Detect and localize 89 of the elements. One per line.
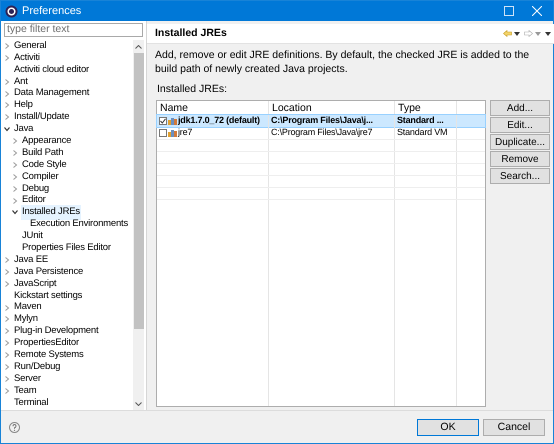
table-label: Installed JREs: xyxy=(157,82,228,97)
tree-item[interactable]: Appearance xyxy=(21,134,72,148)
chevron-right-icon[interactable] xyxy=(12,198,18,204)
tree-item[interactable]: Java EE xyxy=(13,252,49,268)
chevron-right-icon[interactable] xyxy=(4,340,10,346)
scrollbar[interactable] xyxy=(133,40,144,410)
action-button[interactable]: Search... xyxy=(490,168,550,184)
tree-item[interactable]: Execution Environments xyxy=(29,217,130,232)
maximize-button[interactable] xyxy=(504,6,514,16)
table-cell-text: Standard VM xyxy=(396,126,448,139)
scroll-up-icon[interactable] xyxy=(135,45,142,49)
chevron-right-icon[interactable] xyxy=(4,54,10,61)
table-cell-text: jdk1.7.0_72 (default) xyxy=(178,114,260,127)
tree-item[interactable]: Help xyxy=(13,98,34,113)
chevron-down-icon[interactable] xyxy=(12,209,18,216)
chevron-right-icon[interactable] xyxy=(4,316,10,322)
chevron-right-icon[interactable] xyxy=(12,162,18,168)
chevron-right-icon[interactable] xyxy=(4,388,10,394)
scroll-down-icon[interactable] xyxy=(135,402,142,406)
close-button[interactable] xyxy=(532,6,542,16)
view-menu-icon[interactable] xyxy=(545,32,551,36)
tree-item[interactable]: Properties Files Editor xyxy=(21,240,112,256)
action-button[interactable]: Edit... xyxy=(490,116,550,133)
dialog-button[interactable]: OK xyxy=(417,418,479,436)
help-icon[interactable] xyxy=(9,422,20,432)
app-icon xyxy=(5,4,18,18)
tree-item[interactable]: Install/Update xyxy=(13,110,70,124)
tree-item[interactable]: Mylyn xyxy=(13,312,39,327)
tree-item[interactable]: Editor xyxy=(21,193,47,208)
tree-item[interactable]: Compiler xyxy=(21,170,60,184)
action-button[interactable]: Duplicate... xyxy=(490,134,550,150)
scroll-thumb[interactable] xyxy=(134,53,144,329)
tree-item[interactable]: Ant xyxy=(13,74,29,89)
chevron-right-icon[interactable] xyxy=(4,280,10,287)
action-button[interactable]: Add... xyxy=(490,100,550,116)
tree-item[interactable]: JUnit xyxy=(21,229,44,244)
tree-item[interactable]: Team xyxy=(13,384,38,398)
table-row[interactable]: jdk1.7.0_72 (default) C:\Program Files\Java\j... Standard ... xyxy=(157,114,485,127)
chevron-right-icon[interactable] xyxy=(4,90,10,96)
tree-item[interactable]: Debug xyxy=(21,182,50,196)
chevron-right-icon[interactable] xyxy=(12,174,18,180)
tree-item[interactable]: Installed JREs xyxy=(21,205,81,220)
tree-item[interactable]: Kickstart settings xyxy=(13,288,84,303)
chevron-right-icon[interactable] xyxy=(4,328,10,334)
tree-item[interactable]: Activiti xyxy=(13,50,41,65)
tree-item[interactable]: Java xyxy=(13,122,34,136)
tree-item[interactable]: Build Path xyxy=(21,146,64,160)
page-title: Installed JREs xyxy=(155,26,227,41)
chevron-down-icon[interactable] xyxy=(4,126,10,132)
description-text: Add, remove or edit JRE definitions. By default, the checked JRE is added to the build path of newly created Java projects. xyxy=(154,48,530,76)
tree-item[interactable]: JavaScript xyxy=(13,276,58,291)
chevron-right-icon[interactable] xyxy=(4,78,10,85)
tree-item[interactable]: Code Style xyxy=(21,158,68,172)
chevron-right-icon[interactable] xyxy=(12,186,18,192)
window-title: Preferences xyxy=(22,4,82,19)
table-cell-text: Standard ... xyxy=(396,114,445,127)
tree-item[interactable]: Activiti cloud editor xyxy=(13,62,90,77)
forward-arrow-icon[interactable] xyxy=(524,30,533,37)
tree-item[interactable]: Terminal xyxy=(13,396,50,410)
chevron-right-icon[interactable] xyxy=(4,102,10,108)
tree-item[interactable]: Plug-in Development xyxy=(13,324,100,338)
table-row[interactable]: jre7 C:\Program Files\Java\jre7 Standard VM xyxy=(157,126,485,139)
chevron-right-icon[interactable] xyxy=(4,42,10,49)
chevron-right-icon[interactable] xyxy=(4,114,10,120)
table-cell-text: C:\Program Files\Java\j... xyxy=(270,114,374,127)
chevron-right-icon[interactable] xyxy=(4,256,10,263)
tree-item[interactable]: Server xyxy=(13,372,42,386)
checkbox[interactable] xyxy=(159,116,167,125)
dialog-button[interactable]: Cancel xyxy=(483,418,545,436)
action-button[interactable]: Remove xyxy=(490,150,550,167)
tree-item[interactable]: Java Persistence xyxy=(13,264,84,279)
chevron-right-icon[interactable] xyxy=(4,364,10,370)
tree-item[interactable]: Data Management xyxy=(13,86,90,101)
chevron-right-icon[interactable] xyxy=(4,304,10,311)
filter-field[interactable]: type filter text xyxy=(4,23,143,37)
chevron-right-icon[interactable] xyxy=(4,352,10,358)
tree-item[interactable]: Maven xyxy=(13,300,43,315)
tree-item[interactable]: Run/Debug xyxy=(13,360,62,374)
tree-item[interactable]: Remote Systems xyxy=(13,348,85,362)
tree-item[interactable]: General xyxy=(13,40,48,54)
table-cell-text: jre7 xyxy=(178,126,192,139)
checkbox[interactable] xyxy=(159,128,167,137)
chevron-right-icon[interactable] xyxy=(12,138,18,144)
table-cell-text: C:\Program Files\Java\jre7 xyxy=(270,126,374,139)
chevron-right-icon[interactable] xyxy=(4,268,10,275)
dropdown-icon[interactable] xyxy=(514,32,520,36)
chevron-right-icon[interactable] xyxy=(4,376,10,382)
chevron-right-icon[interactable] xyxy=(12,150,18,156)
tree-item[interactable]: PropertiesEditor xyxy=(13,336,80,350)
